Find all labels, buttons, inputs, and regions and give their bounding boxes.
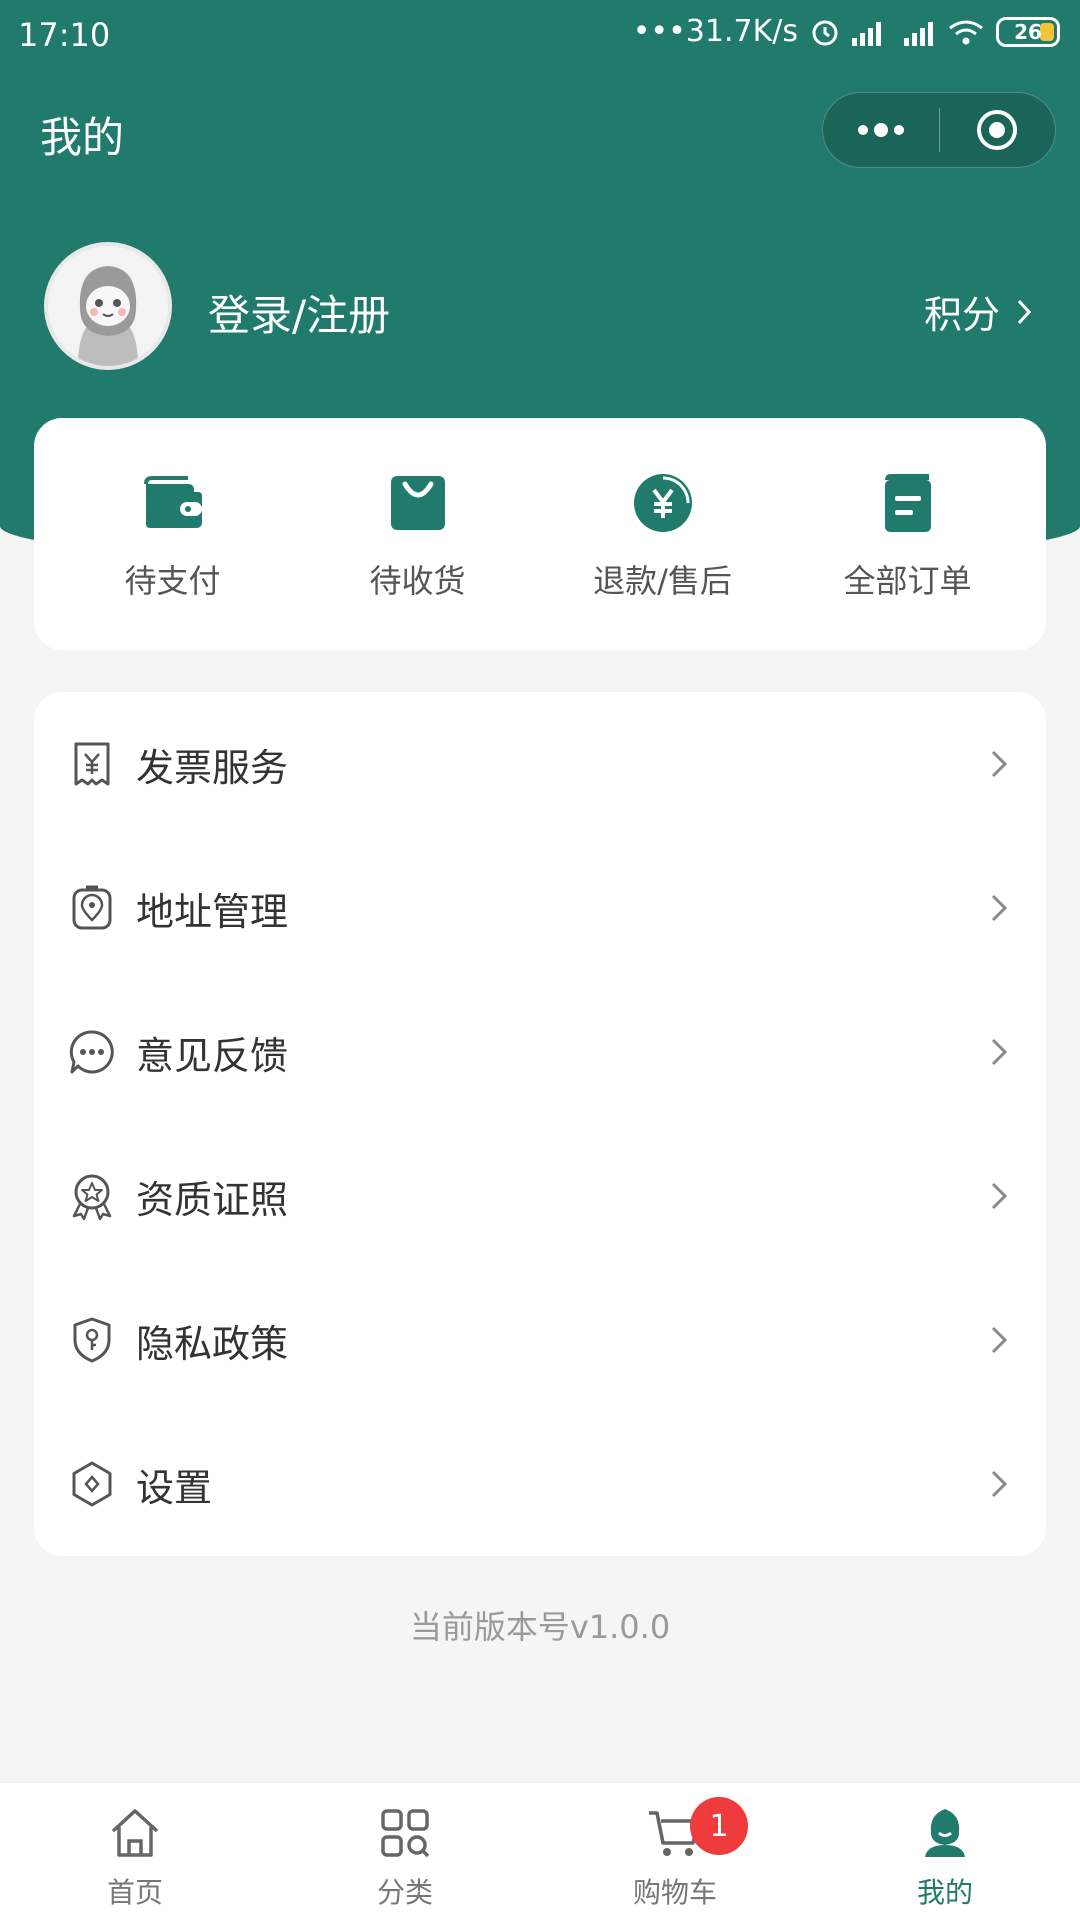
status-dots: ••• bbox=[632, 14, 686, 49]
chevron-right-icon bbox=[991, 1182, 1008, 1210]
shopping-bag-icon bbox=[390, 476, 445, 530]
menu-item-feedback[interactable]: 意见反馈 bbox=[34, 980, 1046, 1124]
more-dots-icon bbox=[857, 123, 904, 137]
menu-item-label: 隐私政策 bbox=[136, 1321, 289, 1366]
menu-item-label: 意见反馈 bbox=[136, 1033, 289, 1078]
menu-item-label: 设置 bbox=[136, 1465, 213, 1510]
order-pending-receipt[interactable]: 待收货 bbox=[295, 418, 540, 650]
tab-home[interactable]: 首页 bbox=[0, 1783, 270, 1920]
page-title: 我的 bbox=[40, 113, 125, 162]
menu-item-settings[interactable]: 设置 bbox=[34, 1412, 1046, 1556]
signal-icon bbox=[852, 21, 881, 46]
wallet-icon bbox=[143, 476, 202, 528]
chevron-right-icon bbox=[991, 1326, 1008, 1354]
menu-item-address[interactable]: 地址管理 bbox=[34, 836, 1046, 980]
menu-item-label: 资质证照 bbox=[136, 1177, 289, 1222]
menu-item-label: 地址管理 bbox=[136, 889, 289, 934]
order-pending-payment[interactable]: 待支付 bbox=[50, 418, 295, 650]
points-label: 积分 bbox=[923, 293, 1000, 337]
network-speed: 31.7K/s bbox=[685, 14, 798, 49]
privacy-shield-icon bbox=[73, 1317, 111, 1363]
status-time: 17:10 bbox=[18, 16, 111, 54]
battery-icon: 26 bbox=[996, 16, 1060, 47]
close-button[interactable] bbox=[939, 92, 1055, 168]
avatar[interactable] bbox=[44, 242, 172, 370]
profile-icon bbox=[925, 1809, 965, 1857]
chevron-right-icon bbox=[1017, 299, 1032, 324]
menu-card: 发票服务 地址管理 意见反馈 资质证照 隐私政策 设置 bbox=[34, 692, 1046, 1556]
mascot-avatar-icon bbox=[48, 246, 168, 366]
tab-label: 首页 bbox=[106, 1876, 163, 1909]
chevron-right-icon bbox=[991, 750, 1008, 778]
menu-item-privacy[interactable]: 隐私政策 bbox=[34, 1268, 1046, 1412]
tab-cart[interactable]: 1 购物车 bbox=[540, 1783, 810, 1920]
tab-bar: 首页 分类 1 购物车 我的 bbox=[0, 1782, 1080, 1920]
menu-item-invoice[interactable]: 发票服务 bbox=[34, 692, 1046, 836]
tab-label: 我的 bbox=[916, 1876, 973, 1909]
status-indicators: •••31.7K/s 26 bbox=[633, 14, 1060, 49]
points-link[interactable]: 积分 bbox=[924, 284, 1032, 339]
invoice-icon bbox=[74, 742, 110, 786]
order-label: 待支付 bbox=[124, 562, 221, 600]
mini-program-capsule bbox=[822, 92, 1056, 168]
location-icon bbox=[72, 885, 112, 930]
order-label: 退款/售后 bbox=[593, 562, 732, 600]
menu-item-certificate[interactable]: 资质证照 bbox=[34, 1124, 1046, 1268]
more-button[interactable] bbox=[823, 92, 939, 168]
alarm-icon bbox=[812, 20, 838, 45]
feedback-icon bbox=[69, 1030, 114, 1074]
order-card: 待支付 待收货 退款/售后 全部订单 bbox=[34, 418, 1046, 650]
tab-label: 购物车 bbox=[632, 1876, 717, 1909]
refund-yen-icon bbox=[633, 474, 692, 532]
order-label: 待收货 bbox=[369, 562, 466, 600]
menu-item-label: 发票服务 bbox=[136, 745, 289, 790]
wifi-icon bbox=[949, 20, 983, 44]
settings-icon bbox=[72, 1461, 112, 1507]
tab-category[interactable]: 分类 bbox=[270, 1783, 540, 1920]
order-refund[interactable]: 退款/售后 bbox=[540, 418, 785, 650]
battery-level: 26 bbox=[1014, 19, 1042, 44]
cart-badge: 1 bbox=[690, 1797, 748, 1855]
chevron-right-icon bbox=[991, 1038, 1008, 1066]
home-icon bbox=[111, 1809, 159, 1857]
tab-profile[interactable]: 我的 bbox=[810, 1783, 1080, 1920]
status-bar: 17:10 •••31.7K/s 26 bbox=[0, 0, 1080, 72]
version-label: 当前版本号v1.0.0 bbox=[409, 1608, 671, 1646]
order-list-icon bbox=[884, 474, 931, 532]
tab-label: 分类 bbox=[376, 1876, 433, 1909]
signal-hd-icon bbox=[904, 21, 933, 46]
category-icon bbox=[381, 1809, 430, 1858]
chevron-right-icon bbox=[991, 894, 1008, 922]
chevron-right-icon bbox=[991, 1470, 1008, 1498]
login-register-link[interactable]: 登录/注册 bbox=[208, 282, 390, 343]
order-all[interactable]: 全部订单 bbox=[785, 418, 1030, 650]
order-label: 全部订单 bbox=[843, 562, 972, 600]
target-close-icon bbox=[977, 110, 1018, 150]
certificate-icon bbox=[72, 1174, 112, 1220]
